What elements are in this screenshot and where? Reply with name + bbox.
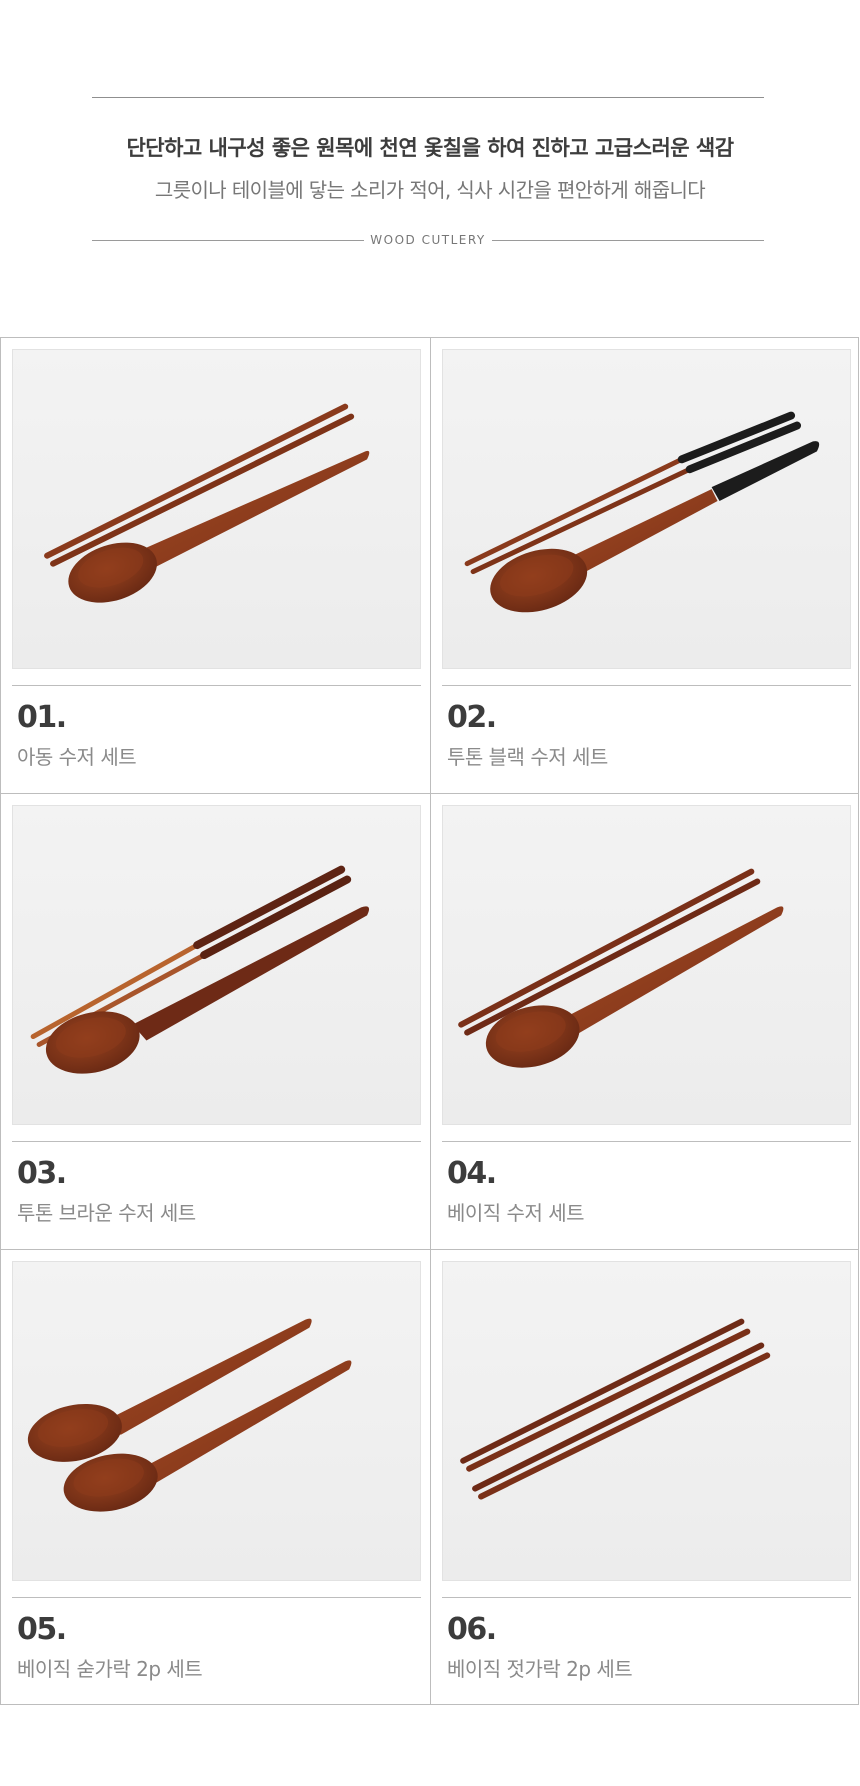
caption-rule — [442, 1141, 851, 1142]
divider-line-left — [92, 239, 365, 241]
product-name[interactable]: 베이직 숟가락 2p 세트 — [17, 1653, 203, 1682]
caption-rule — [12, 1141, 421, 1142]
spoon-chopsticks-brown-icon — [30, 865, 370, 1074]
product-number: 01. — [17, 700, 67, 735]
caption-rule — [442, 685, 851, 686]
two-chopsticks-icon — [460, 1318, 771, 1500]
section-divider: WOOD CUTLERY — [92, 232, 765, 248]
product-image-06[interactable] — [442, 1261, 851, 1581]
product-card-04[interactable]: 04. 베이직 수저 세트 — [431, 794, 860, 1250]
product-image-03[interactable] — [12, 805, 421, 1125]
product-number: 03. — [17, 1156, 67, 1191]
two-spoons-icon — [27, 1318, 352, 1512]
product-number: 04. — [447, 1156, 497, 1191]
product-number: 05. — [17, 1612, 67, 1647]
product-image-05[interactable] — [12, 1261, 421, 1581]
product-number: 06. — [447, 1612, 497, 1647]
spoon-chopsticks-short-icon — [44, 403, 370, 603]
product-grid: 01. 아동 수저 세트 02. 투톤 블랙 수저 세트 03. 투톤 브라운 … — [0, 337, 859, 1705]
caption-rule — [442, 1597, 851, 1598]
product-card-06[interactable]: 06. 베이직 젓가락 2p 세트 — [431, 1250, 860, 1706]
product-name[interactable]: 베이직 수저 세트 — [447, 1197, 585, 1226]
spoon-chopsticks-black-icon — [464, 411, 820, 613]
product-image-02[interactable] — [442, 349, 851, 669]
product-card-01[interactable]: 01. 아동 수저 세트 — [1, 338, 431, 794]
product-card-03[interactable]: 03. 투톤 브라운 수저 세트 — [1, 794, 431, 1250]
caption-rule — [12, 685, 421, 686]
top-rule — [92, 97, 764, 98]
divider-label: WOOD CUTLERY — [370, 233, 486, 247]
headline: 단단하고 내구성 좋은 원목에 천연 옻칠을 하여 진하고 고급스러운 색감 — [126, 136, 734, 160]
caption-rule — [12, 1597, 421, 1598]
intro-header: 단단하고 내구성 좋은 원목에 천연 옻칠을 하여 진하고 고급스러운 색감 그… — [0, 0, 860, 337]
product-name[interactable]: 투톤 블랙 수저 세트 — [447, 741, 608, 770]
subheadline: 그릇이나 테이블에 닿는 소리가 적어, 식사 시간을 편안하게 해줍니다 — [154, 178, 706, 202]
product-image-01[interactable] — [12, 349, 421, 669]
product-name[interactable]: 투톤 브라운 수저 세트 — [17, 1197, 196, 1226]
product-name[interactable]: 베이직 젓가락 2p 세트 — [447, 1653, 633, 1682]
spoon-chopsticks-icon — [458, 868, 784, 1068]
product-image-04[interactable] — [442, 805, 851, 1125]
product-name[interactable]: 아동 수저 세트 — [17, 741, 137, 770]
product-card-02[interactable]: 02. 투톤 블랙 수저 세트 — [431, 338, 860, 794]
product-number: 02. — [447, 700, 497, 735]
divider-line-right — [491, 239, 765, 241]
product-card-05[interactable]: 05. 베이직 숟가락 2p 세트 — [1, 1250, 431, 1706]
